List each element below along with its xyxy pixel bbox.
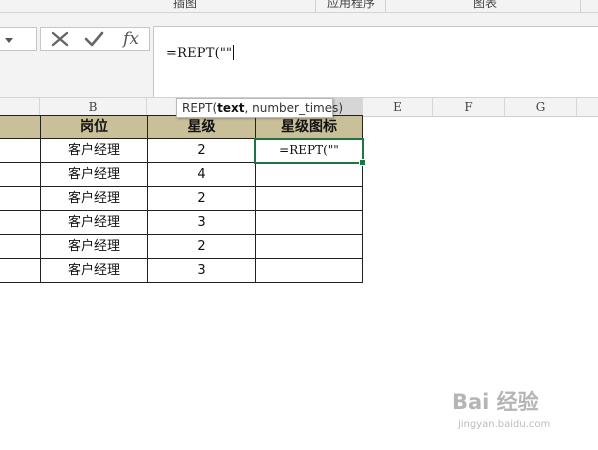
formula-buttons: fx (40, 27, 150, 51)
ribbon-separator (385, 0, 386, 12)
cell-level[interactable]: 4 (147, 163, 255, 187)
column-header-g[interactable]: G (505, 98, 577, 116)
enter-button[interactable] (81, 28, 107, 50)
fill-handle[interactable] (359, 159, 366, 166)
column-header-a[interactable] (0, 98, 40, 116)
row-index-cell[interactable] (0, 259, 40, 283)
cell-level[interactable]: 2 (147, 187, 255, 211)
cell-position[interactable]: 客户经理 (40, 139, 147, 163)
ribbon-group-charts: 图表 (472, 0, 497, 10)
header-position[interactable]: 岗位 (40, 115, 147, 139)
row-index-cell[interactable] (0, 235, 40, 259)
row-index-cell[interactable] (0, 187, 40, 211)
cell-level-icon[interactable] (255, 211, 363, 235)
chevron-down-icon[interactable] (5, 38, 13, 43)
cell-level[interactable]: 3 (147, 259, 255, 283)
cell-level[interactable]: 2 (147, 235, 255, 259)
ribbon-group-apps: 应用程序 (326, 0, 375, 10)
check-icon (84, 31, 104, 47)
header-level-icon[interactable]: 星级图标 (255, 115, 363, 139)
row-index-cell[interactable] (0, 139, 40, 163)
formula-text: =REPT("" (166, 46, 233, 61)
column-header-b[interactable]: B (40, 98, 147, 116)
ribbon-group-illustrations: 插图 (172, 0, 197, 10)
cell-position[interactable]: 客户经理 (40, 187, 147, 211)
text-caret (233, 45, 235, 60)
row-index-cell[interactable] (0, 163, 40, 187)
cancel-button[interactable] (47, 28, 73, 50)
watermark-url: jingyan.baidu.com (458, 419, 551, 430)
cell-level-icon[interactable] (255, 187, 363, 211)
tooltip-remaining-args[interactable]: , number_times) (245, 101, 344, 115)
cell-level-icon[interactable]: =REPT("" (255, 139, 363, 163)
tooltip-function-name: REPT( (182, 101, 218, 115)
cell-position[interactable]: 客户经理 (40, 235, 147, 259)
cell-level[interactable]: 2 (147, 139, 255, 163)
header-level[interactable]: 星级 (147, 115, 255, 139)
column-header-h[interactable] (577, 98, 598, 116)
cell-level-icon[interactable] (255, 163, 363, 187)
row-index-cell[interactable] (0, 211, 40, 235)
column-header-f[interactable]: F (433, 98, 505, 116)
function-tooltip: REPT(text, number_times) (176, 98, 343, 118)
baidu-watermark: Bai 经验 (452, 390, 539, 414)
ribbon-separator (315, 0, 316, 12)
cell-level[interactable]: 3 (147, 211, 255, 235)
formula-input[interactable]: =REPT("" (153, 26, 598, 101)
ribbon-separator (580, 0, 581, 12)
cell-level-icon[interactable] (255, 259, 363, 283)
cell-position[interactable]: 客户经理 (40, 163, 147, 187)
column-header-e[interactable]: E (363, 98, 433, 116)
table-header-cell[interactable] (0, 115, 40, 139)
cell-position[interactable]: 客户经理 (40, 259, 147, 283)
ribbon-group-labels: 插图 应用程序 图表 (0, 0, 598, 13)
cell-position[interactable]: 客户经理 (40, 211, 147, 235)
insert-function-button[interactable]: fx (117, 28, 145, 50)
formula-bar: fx =REPT("" (0, 13, 598, 101)
tooltip-current-arg[interactable]: text (217, 101, 244, 115)
cell-level-icon[interactable] (255, 235, 363, 259)
x-icon (51, 31, 69, 47)
